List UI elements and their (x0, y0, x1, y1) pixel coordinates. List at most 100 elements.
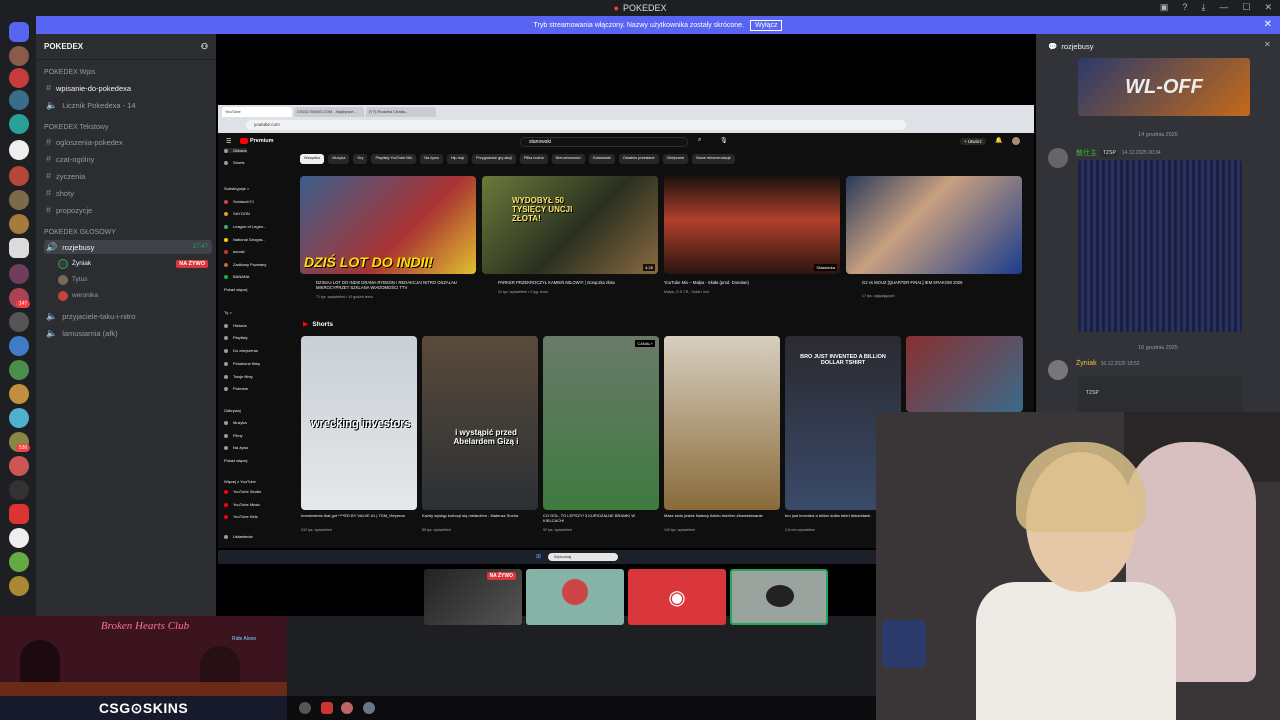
browser-tab[interactable]: CSGO SKINS.COM - Najlepsze... (294, 107, 364, 117)
server-icon[interactable] (9, 90, 29, 110)
windows-search-input[interactable]: Wyszukaj (548, 553, 618, 561)
server-icon[interactable] (9, 336, 29, 356)
minimize-button[interactable]: — (1219, 2, 1228, 13)
server-icon[interactable] (9, 576, 29, 596)
filter-chip[interactable]: Nieruchomości (551, 154, 585, 164)
server-icon[interactable] (9, 480, 29, 500)
close-panel-icon[interactable]: ✕ (1264, 40, 1271, 49)
preview-user[interactable] (526, 569, 624, 625)
category-tekstowy[interactable]: POKEDEX Tekstowy (44, 124, 108, 131)
disable-streamer-mode-button[interactable]: Wyłącz (749, 19, 783, 31)
channel-czat[interactable]: # czat-ogólny (44, 152, 212, 166)
youtube-sidebar-item[interactable]: YouTube Studio (224, 489, 261, 494)
server-icon[interactable] (9, 384, 29, 404)
category-glosowy[interactable]: POKEDEX GŁOSOWY (44, 229, 116, 236)
filter-chip[interactable]: Na żywo (420, 154, 443, 164)
short-title[interactable]: Każdy wystąp kończył się melanżem - Mate… (422, 513, 534, 518)
filter-chip[interactable]: Nowe rekomendacje (692, 154, 735, 164)
avatar[interactable] (1012, 137, 1020, 145)
channel-ogloszenia[interactable]: # ogloszenia-pokedex (44, 135, 212, 149)
youtube-sidebar-item[interactable]: Historia (224, 323, 247, 328)
server-icon[interactable] (9, 190, 29, 210)
server-icon[interactable] (9, 214, 29, 234)
mic-icon[interactable]: 🎙 (720, 137, 728, 144)
voice-user[interactable]: Żyniak NA ŻYWO (58, 257, 208, 270)
youtube-sidebar-item[interactable]: Ty > (224, 310, 232, 315)
menu-icon[interactable]: ☰ (226, 138, 231, 145)
search-input[interactable]: stanowski (520, 137, 688, 147)
server-icon[interactable] (9, 456, 29, 476)
youtube-sidebar-item[interactable]: YouTube Music (224, 502, 260, 507)
create-button[interactable]: + Utwórz (960, 138, 986, 145)
short-thumbnail[interactable] (906, 336, 1023, 412)
filter-chip[interactable]: Muzyka (328, 154, 350, 164)
voice-channel-lamusiarnia[interactable]: 🔈 lamusiarnia (afk) (44, 326, 212, 340)
app-icon[interactable] (341, 702, 353, 714)
youtube-sidebar-item[interactable]: Pobrane (224, 386, 248, 391)
youtube-sidebar-item[interactable]: Playlisty (224, 335, 248, 340)
youtube-sidebar-item[interactable]: Muzyka (224, 420, 247, 425)
video-thumbnail[interactable]: DZIŚ LOT DO INDII! (300, 176, 476, 274)
server-icon[interactable] (9, 114, 29, 134)
preview-discord[interactable]: ◉ (628, 569, 726, 625)
youtube-sidebar-item[interactable]: Schlauch7J (224, 199, 254, 204)
youtube-sidebar-item[interactable]: Shorts (224, 160, 245, 165)
short-title[interactable]: Investments that got ****ED BY VALVE #1 … (301, 513, 413, 518)
server-icon[interactable] (9, 312, 29, 332)
server-icon[interactable] (9, 552, 29, 572)
filter-chip[interactable]: Gry (353, 154, 368, 164)
channel-propozycje[interactable]: # propozycje (44, 203, 212, 217)
server-icon[interactable] (9, 68, 29, 88)
server-icon[interactable] (9, 264, 29, 284)
filter-chip[interactable]: Wszystko (300, 154, 325, 164)
channel-zyczenia[interactable]: # życzenia (44, 169, 212, 183)
voice-user[interactable]: Tytus (58, 273, 208, 286)
youtube-sidebar-item[interactable]: YouTube Kids (224, 514, 258, 519)
youtube-sidebar-item[interactable]: Do obejrzenia (224, 348, 258, 353)
message-image[interactable] (1078, 160, 1242, 332)
short-thumbnail[interactable]: i wystąpić przed Abelardem Gizą i (422, 336, 538, 510)
short-thumbnail[interactable]: CANAL+ (543, 336, 659, 510)
youtube-sidebar-item[interactable]: Twoje filmy (224, 374, 253, 379)
message-author[interactable]: 散仕主 (1076, 148, 1097, 158)
youtube-sidebar-item[interactable]: SAYGON (224, 211, 250, 216)
bell-icon[interactable]: 🔔 (995, 137, 1002, 144)
filter-chip[interactable]: Przygodowe gry akcji (472, 154, 516, 164)
short-title[interactable]: Masz złoto jesteś Naiwny #złoto #srebro … (664, 513, 776, 518)
youtube-sidebar-item[interactable]: Zadkowy Pozwany (224, 262, 266, 267)
server-icon[interactable] (9, 528, 29, 548)
youtube-sidebar-item[interactable]: League of Legen... (224, 224, 266, 229)
short-title[interactable]: CO GOL, TO LEPSZY! 3 KURIOZALNE BRAMKI W… (543, 513, 655, 523)
message-author[interactable]: Żyniak (1076, 360, 1097, 367)
browser-tab[interactable]: YouTube (222, 107, 292, 117)
youtube-sidebar-item[interactable]: Pokaż więcej (224, 287, 247, 292)
youtube-sidebar-item[interactable]: National Geogra... (224, 237, 265, 242)
filter-chip[interactable]: Playlisty YouTube Mix (371, 154, 417, 164)
close-banner-icon[interactable]: ✕ (1264, 19, 1272, 30)
youtube-sidebar-item[interactable]: Na żywo (224, 445, 248, 450)
server-icon[interactable] (9, 360, 29, 380)
close-button[interactable]: ✕ (1264, 2, 1272, 13)
youtube-logo[interactable]: Premium (240, 138, 274, 144)
video-thumbnail[interactable]: Składanka (664, 176, 840, 274)
direct-messages-icon[interactable] (9, 22, 29, 42)
server-icon[interactable] (9, 504, 29, 524)
youtube-sidebar-item[interactable]: BANANA (224, 274, 249, 279)
video-title[interactable]: DZISIAJ LOT DO INDII! DRAMA RYBSON I RED… (316, 280, 476, 290)
server-icon[interactable] (9, 140, 29, 160)
pokedex-server-icon[interactable] (9, 238, 29, 258)
youtube-sidebar-item[interactable]: Główna (224, 148, 247, 153)
brave-icon[interactable] (321, 702, 333, 714)
inbox-icon[interactable]: ▣ (1160, 2, 1169, 13)
filter-chip[interactable]: Ostatnio przesłane (618, 154, 659, 164)
channel-licznik[interactable]: 🔈 Licznik Pokedexa - 14 (44, 98, 212, 112)
video-thumbnail[interactable] (846, 176, 1022, 274)
video-title[interactable]: G2 vs MOUZ [QUARTER-FINAL] IEM KRAKOW 20… (862, 280, 1022, 285)
filter-chip[interactable]: Hip-hop (446, 154, 469, 164)
video-title[interactable]: PARKER PRZEKROCZYŁ KAMIEŃ MILOWY! | Gorą… (498, 280, 658, 285)
search-icon[interactable]: ⌕ (698, 137, 701, 144)
youtube-sidebar-item[interactable]: kunoki (224, 249, 245, 254)
preview-user[interactable] (730, 569, 828, 625)
voice-channel-przyjaciele[interactable]: 🔈 przyjaciele-taku-i-nitro (44, 309, 212, 323)
message-image[interactable]: WL-OFF (1078, 58, 1250, 116)
